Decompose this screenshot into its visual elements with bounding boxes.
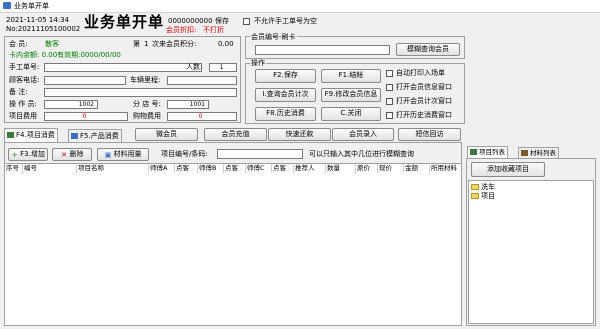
col-header-pick-c[interactable]: 点客 <box>272 164 294 173</box>
member-discount-label: 会员折扣: <box>166 26 197 34</box>
open-member-times-checkbox[interactable] <box>386 98 393 105</box>
item-list-icon <box>470 149 477 155</box>
col-header-pick-b[interactable]: 点客 <box>224 164 246 173</box>
open-member-info-label: 打开会员信息窗口 <box>396 83 452 91</box>
col-header-amount[interactable]: 金额 <box>404 164 430 173</box>
delete-icon: ✕ <box>61 151 67 159</box>
purchase-fee-value: 0 <box>167 112 237 121</box>
add-favorite-item-button[interactable]: 添加收藏项目 <box>471 162 545 177</box>
order-number: No:20211105100002 <box>6 25 81 33</box>
tab-product-consumption[interactable]: F5.产品消费 <box>68 129 122 142</box>
col-header-item-name[interactable]: 项目名称 <box>77 164 149 173</box>
manual-no-input[interactable] <box>44 63 202 72</box>
member-entry-button[interactable]: 会员录入 <box>332 128 394 141</box>
card-swipe-label: 会员编号-刷卡 <box>250 33 297 42</box>
tree-node-items[interactable]: 项目 <box>471 192 495 201</box>
save-button[interactable]: F2.保存 <box>255 69 316 83</box>
page-title: 业务单开单 <box>84 13 165 31</box>
visit-times-suffix: 次来会员积分: <box>152 40 197 48</box>
tab-item-consumption[interactable]: F4.项目消费 <box>4 128 58 142</box>
history-consumption-button[interactable]: F8.历史消费 <box>255 107 316 121</box>
save-status: 保存 <box>215 17 229 25</box>
col-header-referrer[interactable]: 推荐人 <box>294 164 326 173</box>
tree-node-wash[interactable]: 洗车 <box>471 183 495 192</box>
window-title: 业务单开单 <box>14 2 49 10</box>
product-tab-icon <box>71 133 78 139</box>
app-icon <box>3 2 11 9</box>
operator-input[interactable]: 1002 <box>44 100 98 109</box>
store-input[interactable]: 1001 <box>167 100 209 109</box>
item-no-label: 项目编号/条码: <box>161 150 208 158</box>
people-label: 人数: <box>186 63 203 71</box>
auto-print-checkbox[interactable] <box>386 70 393 77</box>
member-points: 0.00 <box>218 40 234 48</box>
col-header-master-a[interactable]: 师傅A <box>149 164 175 173</box>
col-header-qty[interactable]: 数量 <box>326 164 356 173</box>
col-header-seq[interactable]: 序号 <box>5 164 23 173</box>
no-discount-label: 不打折 <box>203 26 224 34</box>
edit-member-info-button[interactable]: F9.修改会员信息 <box>321 88 381 102</box>
purchase-fee-label: 购物费用 <box>133 112 161 120</box>
people-input[interactable]: 1 <box>209 63 237 72</box>
add-button[interactable]: + F3.增加 <box>8 148 48 161</box>
col-header-pick-a[interactable]: 点客 <box>175 164 198 173</box>
material-icon: ▣ <box>104 151 112 159</box>
no-manual-no-checkbox[interactable] <box>243 18 250 25</box>
manual-no-label: 手工单号: <box>9 63 40 71</box>
auto-print-label: 自动打印入场单 <box>396 69 445 77</box>
visit-times-value: 1 <box>144 40 149 48</box>
col-header-master-b[interactable]: 师傅B <box>198 164 224 173</box>
open-member-info-checkbox[interactable] <box>386 84 393 91</box>
close-button[interactable]: C.关闭 <box>321 107 381 121</box>
fuzzy-hint: 可以只输入其中几位进行模糊查询 <box>309 150 414 158</box>
material-usage-button[interactable]: ▣ 材料用量 <box>97 148 149 161</box>
col-header-materials[interactable]: 所用材料 <box>430 164 463 173</box>
folder-icon <box>471 193 479 199</box>
col-header-code[interactable]: 编号 <box>23 164 77 173</box>
open-history-checkbox[interactable] <box>386 112 393 119</box>
operations-label: 操作 <box>250 59 266 68</box>
fuzzy-query-member-button[interactable]: 模糊查询会员 <box>396 43 460 56</box>
item-no-input[interactable] <box>217 149 303 159</box>
sms-followup-button[interactable]: 短信回访 <box>398 128 461 141</box>
item-tab-icon <box>7 132 14 138</box>
folder-icon <box>471 184 479 190</box>
open-member-times-label: 打开会员计次窗口 <box>396 97 452 105</box>
phone-input[interactable] <box>44 76 126 85</box>
tab-item-list[interactable]: 项目列表 <box>467 146 508 158</box>
card-balance: 卡内余额: 0.00有效期:0000/00/00 <box>9 51 121 59</box>
mileage-label: 车辆里程: <box>130 76 161 84</box>
open-history-label: 打开历史消费窗口 <box>396 111 452 119</box>
store-label: 分 店 号: <box>133 100 161 108</box>
item-tree[interactable]: 洗车 项目 <box>468 180 594 324</box>
operator-label: 操 作 员: <box>9 100 37 108</box>
member-value: 散客 <box>45 40 59 48</box>
item-fee-label: 项目费用 <box>9 112 37 120</box>
card-number-input[interactable] <box>255 45 390 55</box>
visit-times-prefix: 第 <box>133 40 140 48</box>
query-member-times-button[interactable]: I.查询会员计次 <box>255 88 316 102</box>
items-table[interactable]: 序号 编号 项目名称 师傅A 点客 师傅B 点客 师傅C 点客 推荐人 数量 原… <box>4 163 462 326</box>
delete-button[interactable]: ✕ 删除 <box>52 148 92 161</box>
member-recharge-button[interactable]: 会员充值 <box>204 128 267 141</box>
datetime-label: 2021-11-05 14:34 <box>6 16 70 24</box>
no-manual-no-label: 不允许手工单号为空 <box>254 17 317 25</box>
mileage-input[interactable] <box>167 76 237 85</box>
remark-input[interactable] <box>44 88 237 97</box>
phone-label: 顾客电话: <box>9 76 40 84</box>
col-header-master-c[interactable]: 师傅C <box>246 164 272 173</box>
remark-label: 备 注: <box>9 88 28 96</box>
wechat-member-button[interactable]: 微会员 <box>135 128 198 141</box>
member-label: 会 员: <box>9 40 28 48</box>
order-code: 0000000000 <box>168 17 213 25</box>
checkout-button[interactable]: F1.结帐 <box>321 69 381 83</box>
col-header-original-price[interactable]: 原价 <box>356 164 378 173</box>
add-icon: + <box>11 151 18 159</box>
material-list-icon <box>521 150 528 156</box>
window-titlebar: 业务单开单 <box>0 0 600 13</box>
col-header-current-price[interactable]: 现价 <box>378 164 404 173</box>
item-fee-value: 0 <box>44 112 128 121</box>
tab-material-list[interactable]: 材料列表 <box>518 147 559 158</box>
quick-repay-button[interactable]: 快速还款 <box>268 128 331 141</box>
